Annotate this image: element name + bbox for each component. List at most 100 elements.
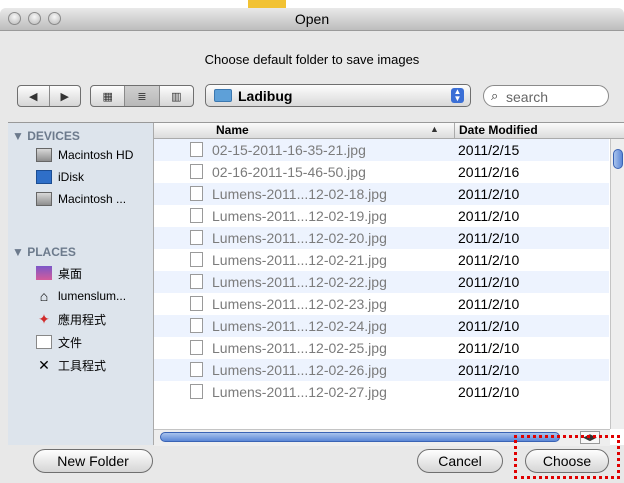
file-row[interactable]: Lumens-2011...12-02-24.jpg 2011/2/10 xyxy=(154,315,609,337)
search-placeholder: search xyxy=(506,89,549,105)
image-file-icon xyxy=(190,340,203,355)
image-file-icon xyxy=(190,296,203,311)
file-date: 2011/2/10 xyxy=(458,362,520,378)
cancel-button[interactable]: Cancel xyxy=(417,449,503,473)
file-row[interactable]: Lumens-2011...12-02-27.jpg 2011/2/10 xyxy=(154,381,609,403)
file-date: 2011/2/10 xyxy=(458,274,520,290)
search-icon: ⌕ xyxy=(491,88,499,103)
search-field[interactable]: ⌕ search xyxy=(483,85,609,107)
column-view-button[interactable]: ▥ xyxy=(158,86,193,106)
sidebar-item-label: Macintosh HD xyxy=(58,148,134,162)
popup-arrows-icon: ▲ ▼ xyxy=(451,88,464,103)
file-date: 2011/2/10 xyxy=(458,384,520,400)
title-bar: Open xyxy=(0,8,624,31)
back-arrow-icon: ◀ xyxy=(29,90,38,103)
file-date: 2011/2/10 xyxy=(458,252,520,268)
forward-button[interactable]: ▶ xyxy=(48,86,81,106)
file-row[interactable]: Lumens-2011...12-02-20.jpg 2011/2/10 xyxy=(154,227,609,249)
sidebar-item-label: 文件 xyxy=(58,335,83,350)
folder-popup[interactable]: Ladibug ▲ ▼ xyxy=(205,84,471,107)
file-name: Lumens-2011...12-02-27.jpg xyxy=(212,384,387,400)
new-folder-button[interactable]: New Folder xyxy=(33,449,153,473)
sidebar-item-label: 應用程式 xyxy=(58,312,107,327)
image-file-icon xyxy=(190,362,203,377)
file-name: Lumens-2011...12-02-21.jpg xyxy=(212,252,387,268)
folder-popup-label: Ladibug xyxy=(238,88,293,104)
file-name: Lumens-2011...12-02-18.jpg xyxy=(212,186,387,202)
image-file-icon xyxy=(190,142,203,157)
documents-icon xyxy=(36,335,52,349)
back-button[interactable]: ◀ xyxy=(18,86,49,106)
icon-view-button[interactable]: ▦ xyxy=(91,86,124,106)
sidebar-item-label: 桌面 xyxy=(58,266,83,281)
date-modified-column-header[interactable]: Date Modified xyxy=(454,123,538,138)
sidebar-item-utilities[interactable]: ✕ 工具程式 xyxy=(36,355,106,375)
file-name: Lumens-2011...12-02-22.jpg xyxy=(212,274,387,290)
file-name: Lumens-2011...12-02-26.jpg xyxy=(212,362,387,378)
column-header: Name ▲ Date Modified xyxy=(154,123,624,139)
sidebar-item-desktop[interactable]: 桌面 xyxy=(36,263,82,283)
sidebar-item-label: Macintosh ... xyxy=(58,192,127,206)
folder-icon xyxy=(214,89,232,102)
file-row[interactable]: Lumens-2011...12-02-26.jpg 2011/2/10 xyxy=(154,359,609,381)
applications-icon: ✦ xyxy=(38,311,50,327)
sidebar-item-macintosh-hd[interactable]: Macintosh HD xyxy=(36,145,133,165)
home-icon: ⌂ xyxy=(39,288,49,304)
vertical-scrollbar[interactable] xyxy=(610,139,624,429)
idisk-icon xyxy=(36,170,52,184)
sort-ascending-icon: ▲ xyxy=(430,124,439,134)
dialog-prompt: Choose default folder to save images xyxy=(204,52,420,67)
file-name: Lumens-2011...12-02-20.jpg xyxy=(212,230,387,246)
file-row[interactable]: 02-15-2011-16-35-21.jpg 2011/2/15 xyxy=(154,139,609,161)
image-file-icon xyxy=(190,230,203,245)
sidebar-item-applications[interactable]: ✦ 應用程式 xyxy=(36,309,106,329)
choose-button-highlight xyxy=(514,435,620,479)
devices-header: ▼ DEVICES xyxy=(12,129,80,143)
file-date: 2011/2/10 xyxy=(458,186,520,202)
file-date: 2011/2/10 xyxy=(458,340,520,356)
file-name: Lumens-2011...12-02-25.jpg xyxy=(212,340,387,356)
file-row[interactable]: Lumens-2011...12-02-19.jpg 2011/2/10 xyxy=(154,205,609,227)
file-browser: ▼ DEVICES Macintosh HD iDisk Macintosh .… xyxy=(8,122,624,446)
utilities-icon: ✕ xyxy=(38,357,50,373)
forward-arrow-icon: ▶ xyxy=(60,90,69,103)
places-header: ▼ PLACES xyxy=(12,245,76,259)
file-row[interactable]: Lumens-2011...12-02-25.jpg 2011/2/10 xyxy=(154,337,609,359)
file-name: 02-15-2011-16-35-21.jpg xyxy=(212,142,366,158)
vertical-scroll-thumb[interactable] xyxy=(613,149,623,169)
view-mode-control: ▦ ≣ ▥ xyxy=(90,85,194,107)
file-date: 2011/2/15 xyxy=(458,142,520,158)
file-name: 02-16-2011-15-46-50.jpg xyxy=(212,164,366,180)
image-file-icon xyxy=(190,252,203,267)
image-file-icon xyxy=(190,208,203,223)
file-row[interactable]: Lumens-2011...12-02-23.jpg 2011/2/10 xyxy=(154,293,609,315)
sidebar-item-label: lumenslum... xyxy=(58,289,127,303)
file-name: Lumens-2011...12-02-23.jpg xyxy=(212,296,387,312)
file-row[interactable]: Lumens-2011...12-02-22.jpg 2011/2/10 xyxy=(154,271,609,293)
image-file-icon xyxy=(190,274,203,289)
list-view-icon: ≣ xyxy=(137,90,147,103)
list-view-button[interactable]: ≣ xyxy=(124,86,159,106)
file-row[interactable]: Lumens-2011...12-02-21.jpg 2011/2/10 xyxy=(154,249,609,271)
icon-view-icon: ▦ xyxy=(102,90,113,103)
horizontal-scroll-thumb[interactable] xyxy=(160,432,560,442)
sidebar-item-documents[interactable]: 文件 xyxy=(36,332,82,352)
image-file-icon xyxy=(190,164,203,179)
sidebar-item-macintosh-2[interactable]: Macintosh ... xyxy=(36,189,126,209)
sidebar-item-label: iDisk xyxy=(58,170,84,184)
file-row[interactable]: Lumens-2011...12-02-18.jpg 2011/2/10 xyxy=(154,183,609,205)
sidebar-item-home[interactable]: ⌂ lumenslum... xyxy=(36,286,126,306)
back-forward-control: ◀ ▶ xyxy=(17,85,81,107)
file-row[interactable]: 02-16-2011-15-46-50.jpg 2011/2/16 xyxy=(154,161,609,183)
file-date: 2011/2/16 xyxy=(458,164,520,180)
column-view-icon: ▥ xyxy=(171,90,182,103)
image-file-icon xyxy=(190,186,203,201)
file-date: 2011/2/10 xyxy=(458,318,520,334)
file-list: Name ▲ Date Modified 02-15-2011-16-35-21… xyxy=(154,123,624,446)
name-column-header[interactable]: Name xyxy=(216,123,249,137)
sidebar-item-idisk[interactable]: iDisk xyxy=(36,167,84,187)
file-date: 2011/2/10 xyxy=(458,230,520,246)
image-file-icon xyxy=(190,384,203,399)
file-date: 2011/2/10 xyxy=(458,296,520,312)
desktop-icon xyxy=(36,266,52,280)
